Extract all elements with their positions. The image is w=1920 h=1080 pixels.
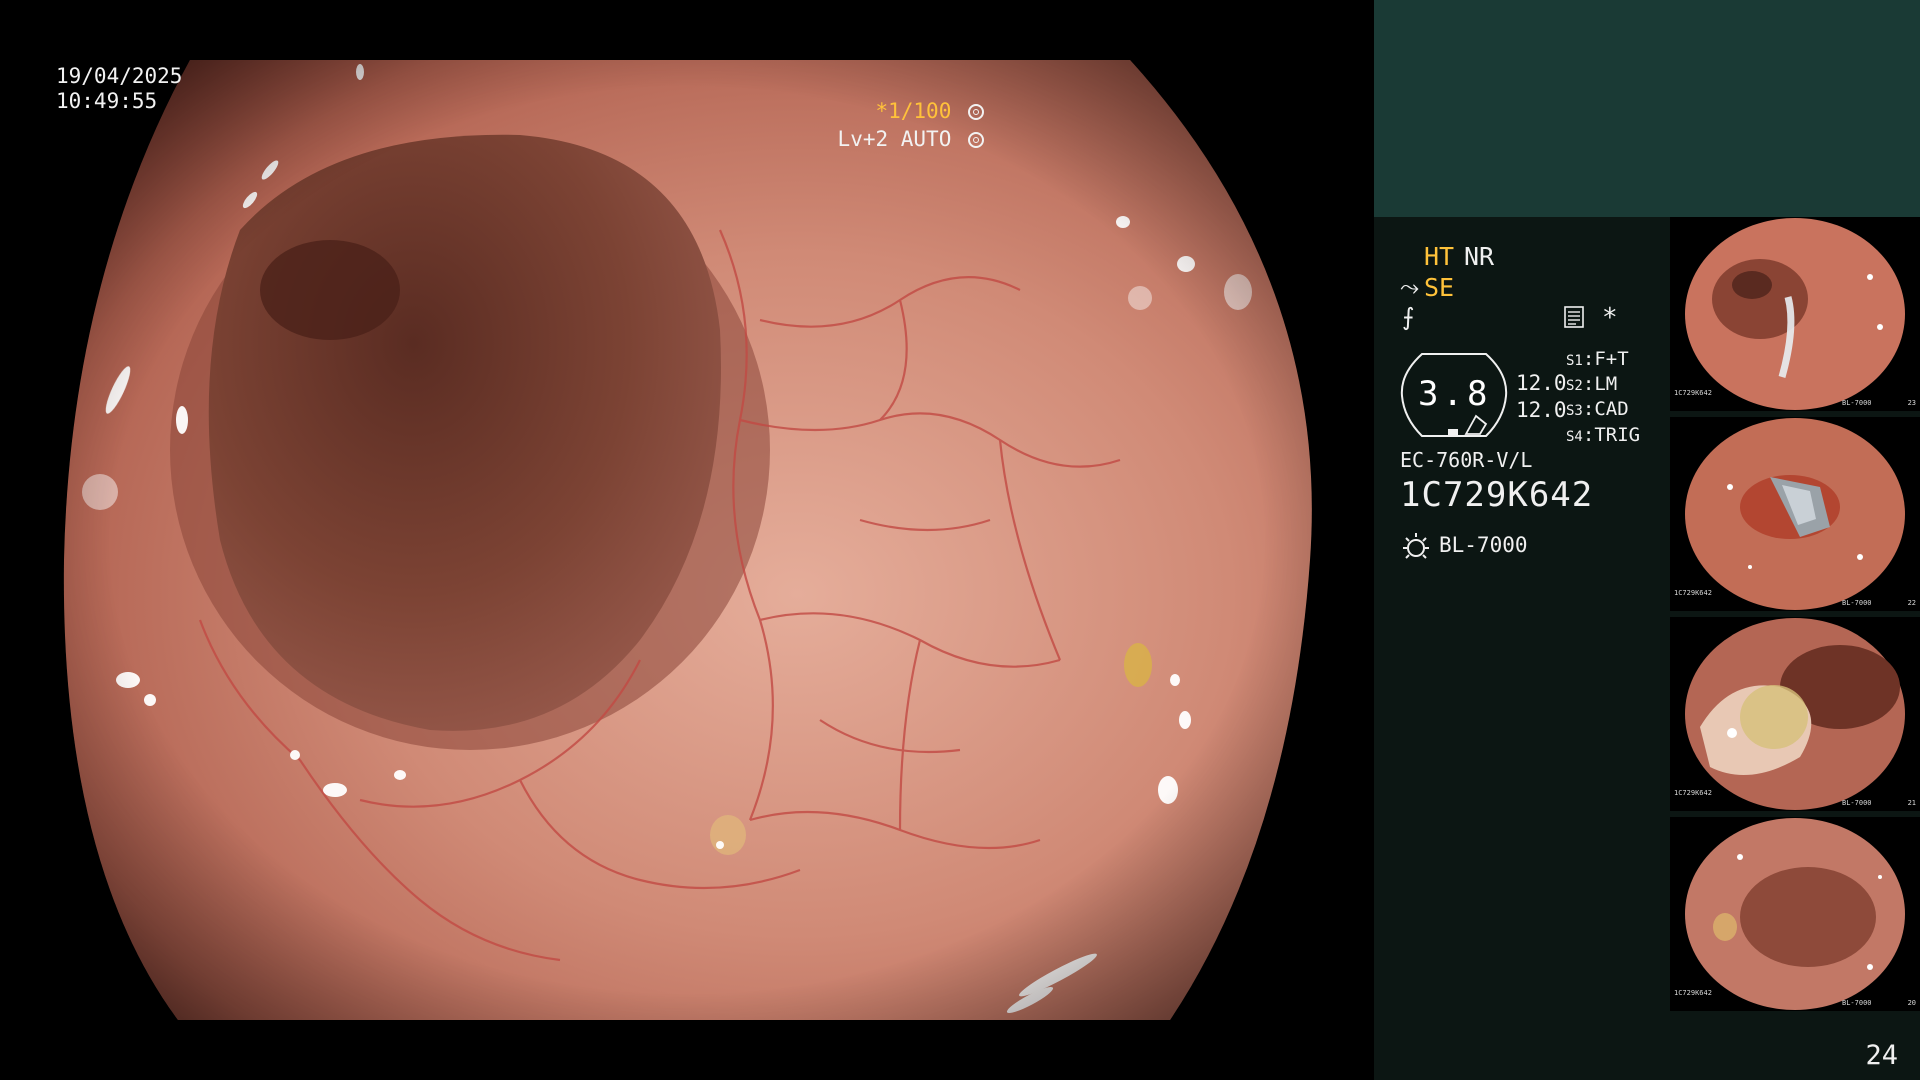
captured-image-thumbnail[interactable]: 1C729K642 BL-7000 21	[1670, 617, 1920, 811]
status-side-panel: HT NR ⤳ SE ⨍ * 3.8 12.0 12.0 S1:F+T S2:L…	[1374, 0, 1920, 1080]
slot-key: S1	[1566, 353, 1583, 369]
aperture-icon	[968, 104, 984, 120]
thumbnail-light: BL-7000	[1842, 799, 1872, 807]
setting-value-2: 12.0	[1516, 398, 1567, 422]
thumbnail-serial: 1C729K642	[1674, 989, 1712, 997]
structure-enhance-icon: ⤳	[1400, 273, 1420, 301]
endoscopy-screen: 19/04/2025 10:49:55 *1/100 Lv+2 AUTO HT …	[0, 0, 1920, 1080]
scope-serial: 1C729K642	[1400, 475, 1594, 515]
live-endoscopic-view: 19/04/2025 10:49:55 *1/100 Lv+2 AUTO	[0, 0, 1374, 1080]
switch-slot-1: S1:F+T	[1566, 348, 1629, 370]
shutter-value: *1/100	[875, 99, 952, 123]
slot-value: CAD	[1594, 398, 1629, 420]
scope-model: EC-760R-V/L	[1400, 448, 1533, 472]
light-source-model: BL-7000	[1439, 533, 1528, 557]
light-source-icon	[1403, 533, 1429, 559]
thumbnail-image	[1685, 818, 1905, 1010]
thumbnail-image	[1685, 218, 1905, 410]
captured-image-thumbnail[interactable]: 1C729K642 BL-7000 22	[1670, 417, 1920, 611]
slot-key: S4	[1566, 429, 1583, 445]
thumbnail-index: 20	[1907, 999, 1916, 1007]
osd-time: 10:49:55	[56, 89, 158, 113]
switch-slot-2: S2:LM	[1566, 373, 1618, 395]
thumbnail-serial: 1C729K642	[1674, 589, 1712, 597]
thumbnail-index: 23	[1907, 399, 1916, 407]
image-count: 24	[1865, 1040, 1898, 1071]
switch-slot-4: S4:TRIG	[1566, 424, 1641, 446]
slot-value: TRIG	[1594, 424, 1641, 446]
slot-key: S3	[1566, 403, 1583, 419]
thumbnail-serial: 1C729K642	[1674, 389, 1712, 397]
thumbnail-light: BL-7000	[1842, 399, 1872, 407]
slot-value: F+T	[1594, 348, 1629, 370]
setting-value-1: 12.0	[1516, 371, 1567, 395]
scope-value: 3.8	[1418, 374, 1492, 414]
auto-iris-icon	[968, 132, 984, 148]
thumbnail-index: 21	[1907, 799, 1916, 807]
star-indicator: *	[1602, 303, 1618, 333]
thumbnail-light: BL-7000	[1842, 599, 1872, 607]
slot-value: LM	[1594, 373, 1618, 395]
thumbnail-light: BL-7000	[1842, 999, 1872, 1007]
ht-indicator: HT	[1424, 242, 1455, 271]
thumbnail-image	[1685, 618, 1905, 810]
osd-brightness-level: Lv+2 AUTO	[838, 127, 984, 152]
thumbnail-index: 22	[1907, 599, 1916, 607]
se-indicator: SE	[1424, 273, 1455, 302]
color-mode-icon: ⨍	[1402, 303, 1415, 331]
osd-date: 19/04/2025	[56, 64, 183, 88]
patient-info-area	[1374, 0, 1920, 217]
captured-image-thumbnail[interactable]: 1C729K642 BL-7000 23	[1670, 217, 1920, 411]
thumbnail-serial: 1C729K642	[1674, 789, 1712, 797]
record-icon	[1564, 306, 1584, 328]
nr-indicator: NR	[1464, 242, 1495, 271]
thumbnail-image	[1685, 418, 1905, 610]
switch-slot-3: S3:CAD	[1566, 398, 1629, 420]
level-value: Lv+2 AUTO	[837, 127, 952, 151]
endoscopic-image	[63, 60, 1312, 1020]
osd-shutter-speed: *1/100	[875, 99, 984, 124]
captured-image-thumbnail[interactable]: 1C729K642 BL-7000 20	[1670, 817, 1920, 1011]
slot-key: S2	[1566, 378, 1583, 394]
